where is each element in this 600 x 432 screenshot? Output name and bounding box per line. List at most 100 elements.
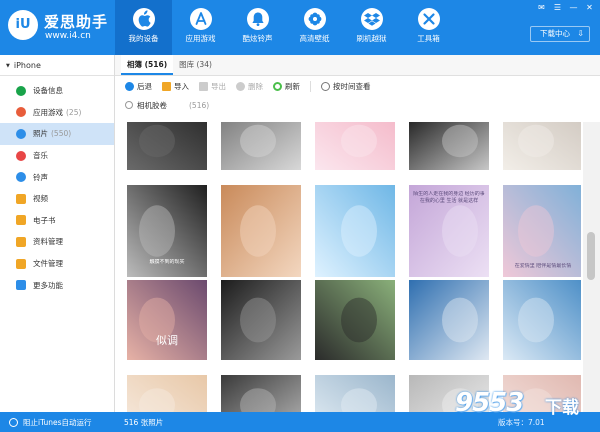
photo-thumbnail[interactable]: 触摸不到的现实 — [127, 185, 207, 277]
back-label: 后退 — [137, 81, 152, 91]
photo-thumbnail[interactable] — [221, 375, 301, 412]
sidebar-item[interactable]: 资料管理 — [0, 231, 114, 253]
nav-ringtones[interactable]: 酷炫铃声 — [229, 0, 286, 55]
delete-button[interactable]: 删除 — [236, 81, 263, 92]
photo-thumbnail[interactable] — [503, 122, 581, 170]
nav-label: 刷机越狱 — [356, 34, 387, 43]
app-window: iU 爱思助手 www.i4.cn 我的设备 应用游戏 酷炫铃声 高清壁纸 刷机… — [0, 0, 600, 432]
window-controls: ✉ ☰ — ✕ — [537, 3, 594, 13]
nav-toolbox[interactable]: 工具箱 — [400, 0, 457, 55]
photo-thumbnail[interactable] — [409, 280, 489, 360]
menu-icon[interactable]: ☰ — [553, 3, 562, 13]
sort-by-time-toggle[interactable]: 按时间查看 — [321, 81, 371, 92]
flower-icon — [303, 8, 326, 30]
photo-image — [315, 375, 395, 412]
sidebar-item[interactable]: 设备信息 — [0, 80, 114, 102]
sidebar: ▼ iPhone 设备信息 应用游戏 (25) 照片 (550) 音乐铃声视频电子书资料管理… — [0, 55, 115, 412]
app-store-icon — [189, 8, 212, 30]
radio-icon — [321, 81, 330, 91]
photo-thumbnail[interactable] — [127, 122, 207, 170]
refresh-icon — [273, 81, 282, 91]
more-icon — [16, 280, 26, 291]
sidebar-item-label: 更多功能 — [33, 280, 63, 290]
photo-caption: 在爱情里 陪伴是情最长情 — [514, 262, 572, 269]
sidebar-item[interactable]: 视频 — [0, 188, 114, 210]
close-icon[interactable]: ✕ — [585, 3, 594, 13]
sidebar-item-label: 音乐 — [33, 151, 48, 161]
feedback-icon[interactable]: ✉ — [537, 3, 546, 13]
photo-thumbnail[interactable]: 陌生的人走在我的身边 经历的事在我的心里 生活 就是这样 — [409, 185, 489, 277]
photo-thumbnail[interactable] — [315, 280, 395, 360]
photo-thumbnail[interactable] — [503, 280, 581, 360]
photo-thumbnail[interactable] — [315, 185, 395, 277]
contacts-icon — [16, 236, 26, 247]
photo-image — [221, 122, 301, 170]
tab-gallery[interactable]: 图库 (34) — [173, 55, 218, 75]
photo-tabs: 相簿 (516) 图库 (34) — [115, 55, 600, 76]
photo-thumbnail[interactable]: 在爱情里 陪伴是情最长情 — [503, 185, 581, 277]
album-header[interactable]: 相机胶卷 (516) — [115, 96, 600, 114]
download-center-label: 下载中心 — [540, 29, 570, 38]
refresh-button[interactable]: 刷新 — [273, 81, 300, 92]
tools-icon — [417, 8, 440, 30]
apple-icon — [132, 8, 155, 30]
sidebar-item-label: 电子书 — [33, 215, 56, 225]
photo-thumbnail[interactable] — [221, 280, 301, 360]
photo-image — [315, 122, 395, 170]
logo-mark-icon: iU — [8, 10, 38, 40]
photo-thumbnail[interactable] — [409, 122, 489, 170]
sidebar-item[interactable]: 文件管理 — [0, 253, 114, 275]
sidebar-item[interactable]: 照片 (550) — [0, 123, 114, 145]
delete-label: 删除 — [248, 81, 263, 91]
nav-apps-games[interactable]: 应用游戏 — [172, 0, 229, 55]
photo-icon — [16, 128, 26, 139]
bell-icon — [246, 8, 269, 30]
photo-grid: 触摸不到的现实 陌生的人走在我的身边 经历的事在我的心里 生活 就是这样在爱情里 … — [115, 122, 581, 412]
sidebar-item[interactable]: 铃声 — [0, 166, 114, 188]
music-icon — [16, 150, 26, 161]
app-url: www.i4.cn — [45, 31, 91, 41]
book-icon — [16, 215, 26, 226]
nav-flash-jailbreak[interactable]: 刷机越狱 — [343, 0, 400, 55]
photo-thumbnail[interactable]: 似调 — [127, 280, 207, 360]
photo-image — [127, 375, 207, 412]
photo-thumbnail[interactable] — [221, 122, 301, 170]
bell-icon — [16, 172, 26, 183]
photo-thumbnail[interactable] — [315, 375, 395, 412]
top-bar: iU 爱思助手 www.i4.cn 我的设备 应用游戏 酷炫铃声 高清壁纸 刷机… — [0, 0, 600, 55]
photo-count: 516 张照片 — [124, 418, 164, 427]
photo-image — [221, 185, 301, 277]
block-itunes-toggle[interactable]: 阻止iTunes自动运行 — [9, 417, 92, 428]
photo-thumbnail[interactable] — [315, 122, 395, 170]
tab-albums[interactable]: 相簿 (516) — [121, 55, 174, 75]
sidebar-item[interactable]: 更多功能 — [0, 274, 114, 296]
nav-my-device[interactable]: 我的设备 — [115, 0, 172, 55]
sidebar-item[interactable]: 电子书 — [0, 210, 114, 232]
download-center-button[interactable]: 下载中心 ⇩ — [530, 26, 590, 42]
device-selector[interactable]: ▼ iPhone — [0, 55, 114, 76]
sidebar-item[interactable]: 应用游戏 (25) — [0, 102, 114, 124]
import-button[interactable]: 导入 — [162, 81, 189, 92]
photo-image — [127, 280, 207, 360]
video-icon — [16, 193, 26, 204]
export-icon — [199, 81, 208, 91]
photo-thumbnail[interactable] — [127, 375, 207, 412]
export-button[interactable]: 导出 — [199, 81, 226, 92]
sort-by-time-label: 按时间查看 — [333, 81, 371, 91]
sidebar-item-label: 资料管理 — [33, 237, 63, 247]
scrollbar-thumb[interactable] — [587, 232, 595, 280]
sidebar-item-label: 铃声 — [33, 172, 48, 182]
album-select-checkbox[interactable] — [125, 101, 133, 109]
sidebar-item[interactable]: 音乐 — [0, 145, 114, 167]
sidebar-item-label: 文件管理 — [33, 259, 63, 269]
sidebar-item-count: (550) — [51, 129, 72, 139]
nav-label: 工具箱 — [417, 34, 440, 43]
photo-image — [127, 122, 207, 170]
back-button[interactable]: 后退 — [125, 81, 152, 92]
photo-thumbnail[interactable] — [221, 185, 301, 277]
minimize-icon[interactable]: — — [569, 3, 578, 13]
vertical-scrollbar[interactable] — [583, 122, 600, 412]
nav-wallpapers[interactable]: 高清壁纸 — [286, 0, 343, 55]
version-label: 版本号：7.01 — [498, 418, 545, 427]
album-count: (516) — [189, 100, 210, 110]
